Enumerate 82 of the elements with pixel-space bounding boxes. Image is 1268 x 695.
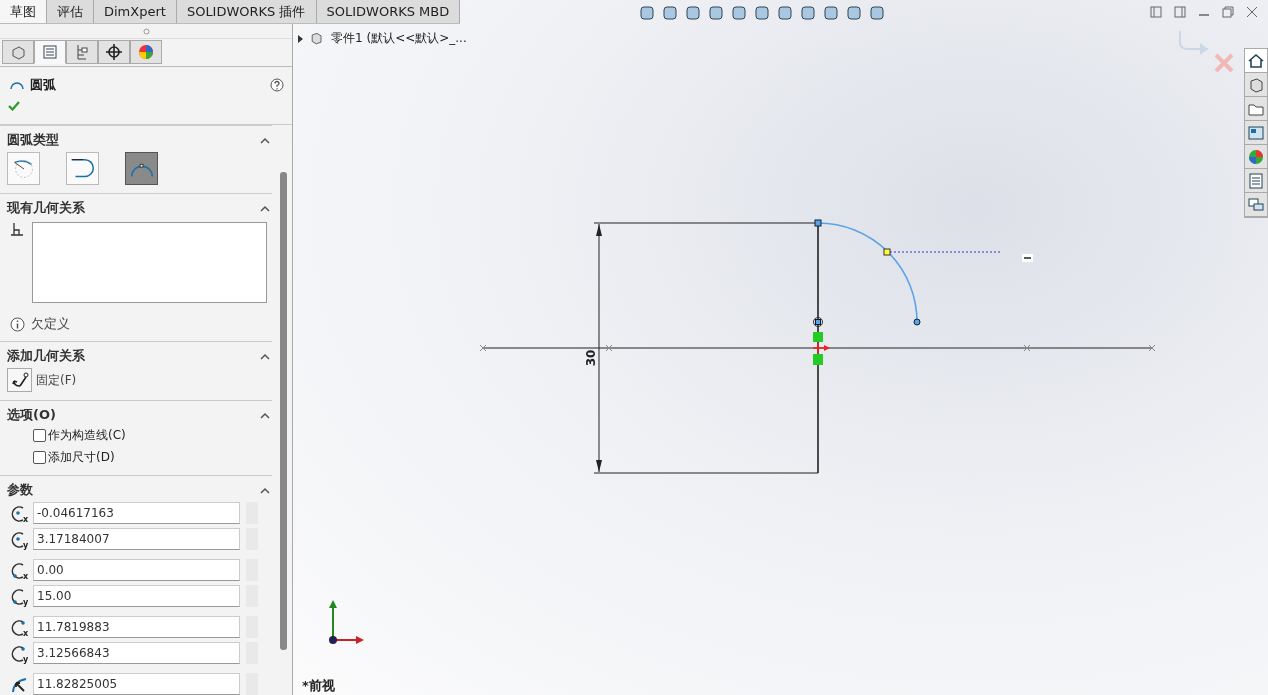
- collapse-icon[interactable]: [260, 411, 270, 419]
- tile-left-icon[interactable]: [1150, 6, 1162, 18]
- info-icon: [10, 316, 25, 332]
- task-pane-tab[interactable]: [1245, 145, 1267, 169]
- restore-icon[interactable]: [1222, 6, 1234, 18]
- command-tab[interactable]: DimXpert: [94, 0, 177, 23]
- input-field[interactable]: 0.00: [33, 559, 240, 581]
- input-field[interactable]: 3.17184007: [33, 528, 240, 550]
- axis-label: y: [23, 542, 29, 550]
- scrollbar[interactable]: [280, 172, 287, 650]
- expand-arrow-icon[interactable]: [297, 34, 303, 43]
- axis-label: x: [23, 630, 29, 638]
- relations-list[interactable]: [32, 222, 267, 303]
- arc-type-button[interactable]: [125, 152, 158, 185]
- origin-icon: [812, 342, 830, 355]
- radius-point-icon: [9, 675, 27, 695]
- collapse-icon[interactable]: [260, 352, 270, 360]
- checkbox-label[interactable]: 添加尺寸(D): [48, 449, 115, 466]
- coordinate-triad: [329, 600, 364, 644]
- axis-label: x: [23, 516, 29, 524]
- sketch-point[interactable]: [814, 219, 822, 227]
- confirm-icon[interactable]: [8, 101, 20, 111]
- close-icon[interactable]: [1246, 6, 1258, 18]
- home-icon: [1247, 51, 1265, 70]
- task-pane-tab[interactable]: [1245, 193, 1267, 217]
- input-field[interactable]: -0.04617163: [33, 502, 240, 524]
- anchor-icon: [10, 371, 29, 389]
- section-title: 现有几何关系: [7, 199, 85, 217]
- collapse-icon[interactable]: [260, 486, 270, 494]
- relation-label[interactable]: 固定(F): [36, 371, 77, 389]
- arc-icon: [10, 80, 24, 90]
- section-title: 选项(O): [7, 406, 56, 424]
- parts-icon: [1247, 75, 1265, 94]
- command-tab[interactable]: SOLIDWORKS 插件: [176, 0, 317, 23]
- section-title: 参数: [7, 481, 33, 499]
- command-tab[interactable]: 评估: [47, 0, 94, 23]
- checkbox[interactable]: [33, 429, 46, 442]
- section-title: 圆弧类型: [7, 131, 59, 149]
- help-icon[interactable]: [270, 78, 284, 92]
- properties-icon: [1247, 171, 1265, 190]
- axis-label: y: [23, 599, 29, 607]
- section-title: 添加几何关系: [7, 347, 85, 365]
- input-field[interactable]: 15.00: [33, 585, 240, 607]
- part-icon: [309, 30, 325, 47]
- view-palette-icon: [1247, 123, 1265, 142]
- property-icon: [40, 42, 60, 62]
- checkbox[interactable]: [33, 451, 46, 464]
- relations-icon: [10, 222, 24, 236]
- axis-label: y: [23, 656, 29, 664]
- end-point-icon: [9, 644, 27, 664]
- input-field[interactable]: 3.12566843: [33, 642, 240, 664]
- panel-tab[interactable]: [98, 40, 130, 64]
- forum-icon: [1247, 195, 1265, 214]
- fix-relation-button[interactable]: [7, 368, 32, 392]
- axis-label: x: [23, 573, 29, 581]
- arc-type-button[interactable]: [7, 152, 40, 185]
- sketch-point[interactable]: [883, 248, 891, 256]
- center-point-icon[interactable]: [813, 317, 823, 327]
- command-tab[interactable]: 草图: [0, 0, 47, 23]
- tile-right-icon[interactable]: [1174, 6, 1186, 18]
- tree-item[interactable]: 零件1 (默认<<默认>_...: [331, 30, 467, 47]
- display-icon: [136, 42, 156, 62]
- input-field[interactable]: 11.82825005: [33, 673, 240, 695]
- task-pane-tab[interactable]: [1245, 49, 1267, 73]
- task-pane-tab[interactable]: [1245, 121, 1267, 145]
- dimxpert-icon: [104, 42, 124, 62]
- end-point-icon: [9, 618, 27, 638]
- command-tab[interactable]: SOLIDWORKS MBD: [316, 0, 461, 23]
- inference-icon: [1022, 254, 1033, 262]
- grip-icon[interactable]: [142, 27, 150, 35]
- checkbox-label[interactable]: 作为构造线(C): [48, 427, 126, 444]
- input-field[interactable]: 11.7819883: [33, 616, 240, 638]
- arc-type-button[interactable]: [66, 152, 99, 185]
- sketch-point[interactable]: [913, 318, 921, 326]
- appearances-icon: [1247, 147, 1265, 166]
- collapse-icon[interactable]: [260, 204, 270, 212]
- view-name: *前视: [302, 677, 335, 695]
- dimension-value[interactable]: 30: [584, 349, 598, 367]
- dimension-line[interactable]: [596, 223, 602, 473]
- collapse-icon[interactable]: [260, 136, 270, 144]
- status-text: 欠定义: [31, 315, 70, 333]
- panel-title: 圆弧: [30, 76, 57, 94]
